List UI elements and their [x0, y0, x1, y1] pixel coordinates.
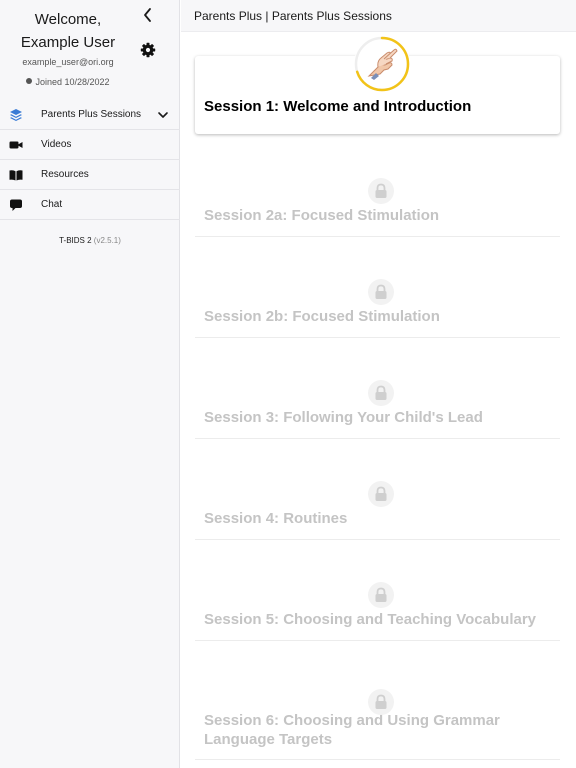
- header-bar: Parents Plus | Parents Plus Sessions: [181, 0, 576, 32]
- lock-icon: [368, 380, 394, 406]
- sidebar-item-chat[interactable]: Chat: [0, 190, 180, 220]
- sidebar-item-label: Parents Plus Sessions: [41, 109, 142, 120]
- settings-button[interactable]: [140, 42, 156, 58]
- chevron-down-icon[interactable]: [157, 110, 169, 120]
- version-number: (v2.5.1): [93, 236, 121, 245]
- user-email: example_user@ori.org: [22, 57, 114, 67]
- video-camera-icon: [9, 141, 23, 149]
- hands-icon: [367, 48, 398, 80]
- collapse-sidebar-button[interactable]: [140, 6, 156, 24]
- session-progress-badge: [354, 36, 410, 92]
- session-card-2b[interactable]: Session 2b: Focused Stimulation: [195, 266, 560, 338]
- session-card-5[interactable]: Session 5: Choosing and Teaching Vocabul…: [195, 569, 560, 641]
- gear-icon: [140, 42, 156, 58]
- sidebar-item-parents-plus-sessions[interactable]: Parents Plus Sessions: [0, 100, 180, 130]
- session-title: Session 3: Following Your Child's Lead: [204, 409, 483, 426]
- page-title: Parents Plus | Parents Plus Sessions: [194, 9, 392, 23]
- chevron-left-icon: [144, 8, 151, 22]
- welcome-username: Example User: [20, 34, 116, 51]
- sidebar: Welcome, Example User example_user@ori.o…: [0, 0, 180, 768]
- sidebar-item-label: Videos: [41, 139, 72, 150]
- welcome-heading: Welcome, Example User: [0, 8, 136, 54]
- session-card-4[interactable]: Session 4: Routines: [195, 468, 560, 540]
- lock-icon: [368, 178, 394, 204]
- sidebar-nav: Parents Plus Sessions Videos Resources C…: [0, 100, 180, 220]
- clock-icon: [26, 78, 33, 84]
- joined-date-text: Joined 10/28/2022: [35, 77, 110, 87]
- sidebar-item-label: Resources: [41, 169, 89, 180]
- chat-bubble-icon: [10, 199, 22, 211]
- joined-date: Joined 10/28/2022: [0, 77, 136, 87]
- session-title: Session 5: Choosing and Teaching Vocabul…: [204, 611, 537, 628]
- session-title: Session 2a: Focused Stimulation: [204, 207, 440, 224]
- sidebar-item-resources[interactable]: Resources: [0, 160, 180, 190]
- session-title: Session 1: Welcome and Introduction: [204, 98, 472, 115]
- sidebar-item-label: Chat: [41, 199, 63, 210]
- session-title: Session 2b: Focused Stimulation: [204, 308, 440, 325]
- lock-icon: [368, 582, 394, 608]
- sidebar-item-videos[interactable]: Videos: [0, 130, 180, 160]
- app-version: T-BIDS 2 (v2.5.1): [0, 236, 180, 245]
- lock-icon: [368, 689, 394, 715]
- open-book-icon: [9, 170, 23, 181]
- lock-icon: [368, 481, 394, 507]
- session-title: Session 6: Choosing and Using Grammar La…: [204, 712, 500, 748]
- session-title: Session 4: Routines: [204, 510, 348, 527]
- lock-icon: [368, 279, 394, 305]
- session-card-2a[interactable]: Session 2a: Focused Stimulation: [195, 165, 560, 237]
- welcome-greeting: Welcome,: [34, 11, 102, 28]
- session-card-6[interactable]: Session 6: Choosing and Using Grammar La…: [195, 670, 560, 760]
- app-name: T-BIDS 2: [59, 236, 92, 245]
- layers-icon: [10, 109, 22, 121]
- session-card-3[interactable]: Session 3: Following Your Child's Lead: [195, 367, 560, 439]
